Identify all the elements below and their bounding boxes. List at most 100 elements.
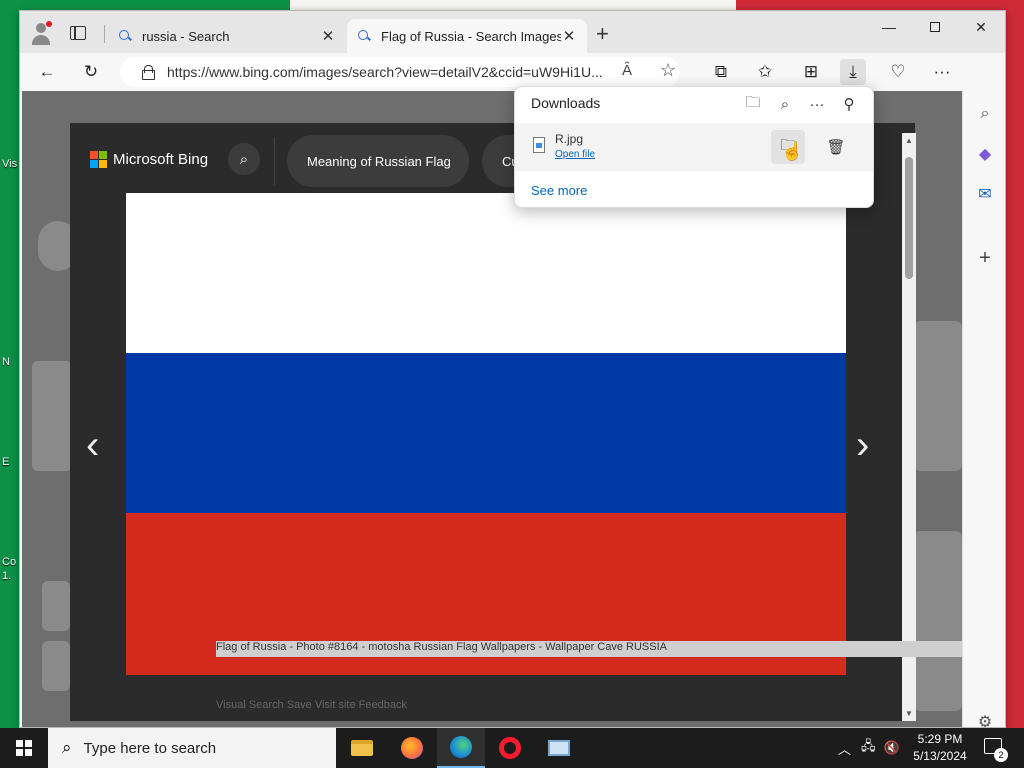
open-downloads-folder-button[interactable]: 🗀 — [741, 93, 765, 115]
downloads-title: Downloads — [531, 95, 601, 111]
downloads-button[interactable]: ⤓ — [840, 59, 866, 85]
footer-actions-text: Visual Search Save Visit site Feedback — [216, 699, 407, 711]
hand-cursor-icon: ☝ — [781, 141, 804, 161]
edge-icon — [450, 736, 472, 758]
image-captions-strip: Flag of Russia - Photo #8164 - motosha R… — [216, 641, 966, 657]
read-aloud-icon[interactable]: Ȃ — [622, 62, 632, 79]
back-button[interactable]: ← — [34, 59, 60, 85]
result-thumbnail[interactable] — [914, 321, 962, 471]
edge-sidebar: ⌕ ◆ ✉ + ⚙ — [962, 91, 1005, 727]
close-window-button[interactable]: ✕ — [958, 11, 1004, 43]
firefox-button[interactable] — [388, 728, 436, 768]
download-item[interactable]: R.jpg Open file 🗀 🗑 ☝ — [515, 123, 873, 171]
file-explorer-icon — [351, 740, 373, 756]
result-thumbnail[interactable] — [42, 581, 70, 631]
scroll-down-icon[interactable]: ▼ — [905, 709, 913, 718]
pin-downloads-button[interactable]: ⚲ — [837, 93, 861, 115]
tab-close-icon[interactable]: ✕ — [561, 27, 577, 45]
desktop-icon-label[interactable]: Co — [2, 556, 16, 568]
search-icon[interactable]: ⌕ — [974, 103, 996, 125]
browser-essentials-button[interactable]: ♡ — [885, 59, 911, 85]
tab-label: russia - Search — [142, 28, 230, 44]
back-arrow-icon: ← — [38, 62, 56, 81]
desktop-icon-label[interactable]: 1. — [2, 570, 11, 582]
outlook-icon[interactable]: ✉ — [974, 183, 996, 205]
lock-icon[interactable] — [142, 65, 155, 80]
chip-label: Meaning of Russian Flag — [307, 153, 451, 169]
desktop-icon-label[interactable]: Vis — [2, 158, 17, 170]
related-search-chip[interactable]: Meaning of Russian Flag — [287, 135, 469, 187]
search-favicon-icon — [357, 29, 371, 43]
volume-mute-icon[interactable]: 🔇 — [884, 740, 900, 756]
file-explorer-button[interactable] — [338, 728, 386, 768]
search-icon: ⌕ — [62, 738, 72, 757]
tab-close-icon[interactable]: ✕ — [320, 27, 336, 45]
previous-image-icon[interactable]: ‹ — [86, 423, 99, 468]
close-icon: ✕ — [975, 18, 987, 35]
search-icon: ⌕ — [780, 95, 790, 113]
russia-flag-image[interactable] — [126, 193, 846, 675]
chevron-up-icon[interactable]: ︿ — [838, 739, 851, 758]
address-bar[interactable]: https://www.bing.com/images/search?view=… — [120, 57, 680, 87]
tab-russia-search[interactable]: russia - Search ✕ — [108, 19, 346, 53]
new-tab-button[interactable]: + — [596, 23, 609, 45]
delete-download-button[interactable]: 🗑 — [819, 130, 853, 164]
clock[interactable]: 5:29 PM 5/13/2024 — [908, 731, 972, 765]
viewer-search-button[interactable]: ⌕ — [228, 143, 260, 175]
maximize-icon — [930, 22, 940, 32]
page-scrollbar[interactable]: ▲ ▼ — [902, 133, 916, 721]
favorites-icon: ✩ — [757, 62, 773, 81]
settings-icon[interactable]: ⚙ — [974, 711, 996, 727]
viewer-footer-actions[interactable]: Visual Search Save Visit site Feedback — [70, 699, 915, 721]
collections-button[interactable]: ⊞ — [798, 59, 824, 85]
profile-button[interactable] — [28, 21, 54, 47]
folder-icon: 🗀 — [745, 93, 761, 111]
bing-logo[interactable]: Microsoft Bing — [90, 151, 208, 168]
open-file-link[interactable]: Open file — [555, 149, 595, 160]
desktop-icon-label[interactable]: N — [2, 356, 10, 368]
search-placeholder: Type here to search — [83, 739, 217, 757]
next-image-icon[interactable]: › — [856, 423, 869, 468]
collections-icon: ⊞ — [803, 62, 819, 81]
add-icon[interactable]: + — [974, 247, 996, 269]
profile-alert-dot — [46, 21, 52, 27]
edge-button[interactable] — [437, 728, 485, 768]
scroll-up-icon[interactable]: ▲ — [905, 136, 913, 145]
settings-more-button[interactable]: ··· — [929, 59, 955, 85]
profile-icon — [36, 23, 46, 33]
taskbar-search-box[interactable]: ⌕ Type here to search — [48, 728, 336, 768]
downloads-more-button[interactable]: ··· — [805, 93, 829, 115]
opera-icon — [499, 737, 521, 759]
copilot-icon[interactable]: ◆ — [974, 143, 996, 165]
system-tray[interactable]: ︿ 🖧 🔇 — [838, 728, 900, 768]
tab-actions-icon[interactable] — [70, 26, 86, 40]
pin-icon: ⚲ — [843, 96, 855, 113]
opera-button[interactable] — [486, 728, 534, 768]
network-icon[interactable]: 🖧 — [861, 737, 876, 759]
search-favicon-icon — [118, 29, 132, 43]
favorite-star-icon[interactable]: ☆ — [660, 60, 676, 81]
result-thumbnail[interactable] — [42, 641, 70, 691]
download-icon: ⤓ — [849, 62, 857, 81]
windows-logo-icon — [16, 740, 32, 756]
refresh-button[interactable]: ↻ — [78, 59, 104, 85]
firefox-icon — [401, 737, 423, 759]
url-text[interactable]: https://www.bing.com/images/search?view=… — [167, 64, 612, 80]
maximize-button[interactable] — [912, 11, 958, 43]
header-divider — [274, 137, 275, 185]
scrollbar-thumb[interactable] — [905, 157, 913, 279]
split-screen-button[interactable]: ⧉ — [708, 59, 734, 85]
desktop-icon-label[interactable]: E — [2, 456, 9, 468]
remote-desktop-button[interactable] — [535, 728, 583, 768]
tab-flag-of-russia[interactable]: Flag of Russia - Search Images ✕ — [347, 19, 587, 53]
favorites-button[interactable]: ✩ — [752, 59, 778, 85]
trash-icon: 🗑 — [826, 139, 846, 156]
tab-separator — [104, 25, 105, 43]
start-button[interactable] — [0, 728, 48, 768]
result-thumbnail[interactable] — [32, 361, 72, 471]
caption-text[interactable]: Flag of Russia - Photo #8164 - motosha R… — [216, 641, 667, 653]
search-downloads-button[interactable]: ⌕ — [773, 93, 797, 115]
minimize-button[interactable]: — — [866, 11, 912, 43]
result-thumbnail[interactable] — [914, 531, 962, 711]
see-more-link[interactable]: See more — [531, 183, 587, 198]
